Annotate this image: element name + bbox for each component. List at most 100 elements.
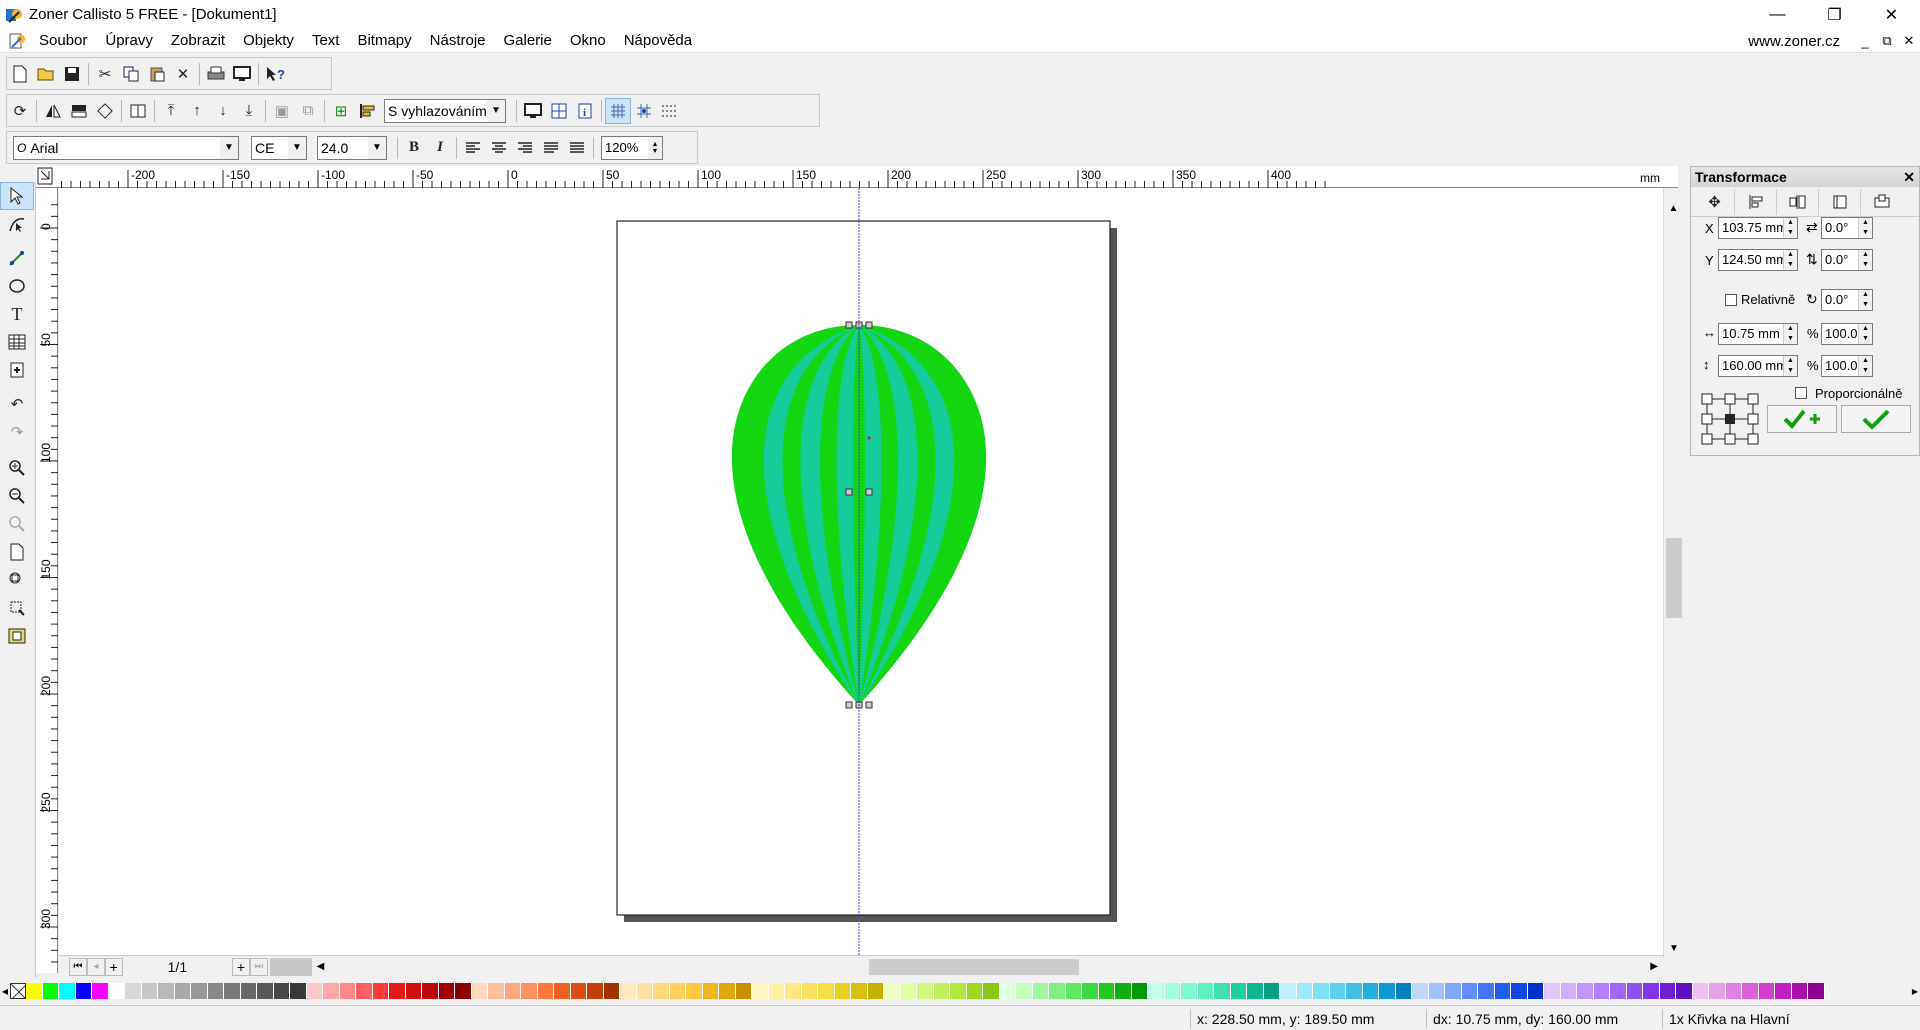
zoom-objects-icon[interactable] xyxy=(0,566,34,594)
color-swatch[interactable] xyxy=(1230,983,1247,999)
zoom-out-icon[interactable] xyxy=(0,482,34,510)
color-swatch[interactable] xyxy=(1049,983,1066,999)
color-swatch[interactable] xyxy=(42,983,59,999)
snap-to-grid-icon[interactable] xyxy=(605,97,631,124)
open-folder-icon[interactable] xyxy=(33,61,59,87)
apply-button[interactable] xyxy=(1841,405,1911,433)
color-swatch[interactable] xyxy=(1164,983,1181,999)
copy-icon[interactable] xyxy=(118,61,144,87)
color-swatch[interactable] xyxy=(1527,983,1544,999)
tab-center-icon[interactable] xyxy=(1861,189,1903,215)
spinner-arrows-icon[interactable]: ▲ ▼ xyxy=(1858,356,1872,376)
color-swatch[interactable] xyxy=(818,983,835,999)
align-center-icon[interactable] xyxy=(486,135,512,161)
color-swatch[interactable] xyxy=(471,983,488,999)
tab-align-icon[interactable] xyxy=(1735,188,1777,215)
color-swatch[interactable] xyxy=(1131,983,1148,999)
color-swatch[interactable] xyxy=(75,983,92,999)
spinner-arrows-icon[interactable]: ▲ ▼ xyxy=(1783,250,1797,270)
spinner-arrows-icon[interactable]: ▲ ▼ xyxy=(1858,250,1872,270)
color-swatch[interactable] xyxy=(405,983,422,999)
minimize-button[interactable]: — xyxy=(1749,0,1806,29)
color-swatch[interactable] xyxy=(950,983,967,999)
color-swatch[interactable] xyxy=(1065,983,1082,999)
relative-checkbox[interactable] xyxy=(1725,294,1737,306)
spinner-arrows-icon[interactable]: ▲ ▼ xyxy=(1858,324,1872,344)
vertical-scrollbar[interactable]: ▲ ▼ xyxy=(1663,188,1683,958)
color-swatch[interactable] xyxy=(1247,983,1264,999)
color-swatch[interactable] xyxy=(1791,983,1808,999)
color-swatch[interactable] xyxy=(1296,983,1313,999)
ellipse-tool-icon[interactable] xyxy=(0,272,34,300)
panel-close-icon[interactable]: ✕ xyxy=(1903,167,1915,187)
color-swatch[interactable] xyxy=(26,983,43,999)
node-edit-tool-icon[interactable] xyxy=(0,210,34,238)
color-swatch[interactable] xyxy=(323,983,340,999)
menu-napoveda[interactable]: Nápověda xyxy=(615,32,701,49)
color-swatch[interactable] xyxy=(1346,983,1363,999)
bring-forward-icon[interactable]: ↑ xyxy=(184,98,210,124)
color-swatch[interactable] xyxy=(653,983,670,999)
color-swatch[interactable] xyxy=(1610,983,1627,999)
color-swatch[interactable] xyxy=(1577,983,1594,999)
color-swatch[interactable] xyxy=(1362,983,1379,999)
color-swatch[interactable] xyxy=(933,983,950,999)
color-swatch[interactable] xyxy=(191,983,208,999)
context-help-icon[interactable]: ? xyxy=(262,61,288,87)
save-icon[interactable] xyxy=(59,61,85,87)
color-swatch[interactable] xyxy=(1412,983,1429,999)
color-swatch[interactable] xyxy=(141,983,158,999)
color-swatch[interactable] xyxy=(1181,983,1198,999)
color-swatch[interactable] xyxy=(999,983,1016,999)
color-swatch[interactable] xyxy=(488,983,505,999)
color-swatch[interactable] xyxy=(273,983,290,999)
color-swatch[interactable] xyxy=(1659,983,1676,999)
height-percent-input[interactable]: 100.0 ▲ ▼ xyxy=(1821,355,1873,377)
rotate-object-icon[interactable] xyxy=(92,98,118,124)
color-swatch[interactable] xyxy=(339,983,356,999)
color-swatch[interactable] xyxy=(306,983,323,999)
palette-scroll-right-icon[interactable]: ▶ xyxy=(1910,987,1920,996)
color-swatch[interactable] xyxy=(884,983,901,999)
align-icon[interactable] xyxy=(354,98,380,124)
drawing-canvas[interactable] xyxy=(59,188,1663,958)
menu-objekty[interactable]: Objekty xyxy=(234,32,303,49)
align-justify-icon[interactable] xyxy=(538,135,564,161)
color-swatch[interactable] xyxy=(686,983,703,999)
color-swatch[interactable] xyxy=(389,983,406,999)
color-swatch[interactable] xyxy=(1445,983,1462,999)
proportional-checkbox[interactable] xyxy=(1795,387,1807,399)
color-swatch[interactable] xyxy=(158,983,175,999)
color-swatch[interactable] xyxy=(735,983,752,999)
redo-icon[interactable]: ↷ xyxy=(0,418,34,446)
preview-monitor-icon[interactable] xyxy=(229,61,255,87)
color-swatch[interactable] xyxy=(455,983,472,999)
color-swatch[interactable] xyxy=(1280,983,1297,999)
color-swatch[interactable] xyxy=(1676,983,1693,999)
color-swatch[interactable] xyxy=(1428,983,1445,999)
horizontal-ruler[interactable]: mm -200 -150 -100 -50 0 50 100 150 200 250 300 350 4… xyxy=(36,166,1678,188)
spinner-arrows-icon[interactable]: ▲ ▼ xyxy=(1858,218,1872,238)
ungroup-icon[interactable]: ⧉ xyxy=(295,98,321,124)
spinner-arrows-icon[interactable]: ▲ ▼ xyxy=(1783,324,1797,344)
zoom-in-icon[interactable] xyxy=(0,454,34,482)
vertical-ruler[interactable]: 0 50 100 150 200 250 300 xyxy=(36,188,58,973)
menu-nastroje[interactable]: Nástroje xyxy=(421,32,495,49)
tab-size-icon[interactable] xyxy=(1819,188,1861,215)
paste-icon[interactable] xyxy=(144,61,170,87)
object-info-icon[interactable]: i xyxy=(572,98,598,124)
color-swatch[interactable] xyxy=(1692,983,1709,999)
color-swatch[interactable] xyxy=(1016,983,1033,999)
send-to-back-icon[interactable]: ⤓ xyxy=(236,98,262,124)
add-page-before-button[interactable]: + xyxy=(104,957,123,976)
doc-close-button[interactable]: ✕ xyxy=(1898,33,1920,49)
align-left-icon[interactable] xyxy=(460,135,486,161)
color-swatch[interactable] xyxy=(1148,983,1165,999)
color-swatch[interactable] xyxy=(966,983,983,999)
insert-object-tool-icon[interactable] xyxy=(0,356,34,384)
mirror-page-icon[interactable] xyxy=(125,98,151,124)
menu-soubor[interactable]: Soubor xyxy=(30,32,96,49)
color-swatch[interactable] xyxy=(917,983,934,999)
color-swatch[interactable] xyxy=(1742,983,1759,999)
x-position-input[interactable]: 103.75 mm ▲ ▼ xyxy=(1718,217,1798,239)
